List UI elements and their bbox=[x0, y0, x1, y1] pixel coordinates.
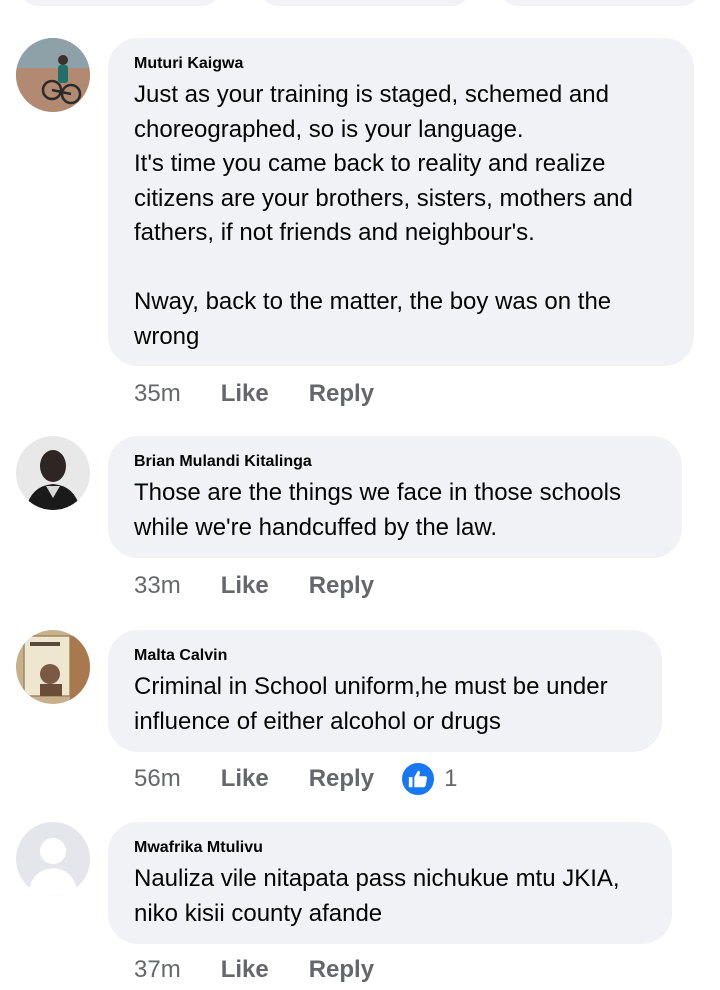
reaction-count: 1 bbox=[444, 765, 458, 792]
man-portrait-avatar[interactable] bbox=[16, 436, 90, 510]
comment-actions: 37m Like Reply bbox=[134, 950, 414, 990]
like-button[interactable]: Like bbox=[221, 956, 269, 984]
like-button[interactable]: Like bbox=[221, 380, 269, 408]
reply-button[interactable]: Reply bbox=[309, 765, 374, 793]
comment-text: Just as your training is staged, schemed… bbox=[134, 81, 633, 350]
comment-bubble: Mwafrika Mtulivu Nauliza vile nitapata p… bbox=[108, 822, 672, 944]
comment-actions: 56m Like Reply 1 bbox=[134, 759, 457, 799]
previous-bubble-edge bbox=[500, 0, 700, 6]
comment-bubble: Malta Calvin Criminal in School uniform,… bbox=[108, 630, 662, 752]
comment-timestamp[interactable]: 35m bbox=[134, 380, 181, 408]
comment-author[interactable]: Brian Mulandi Kitalinga bbox=[134, 452, 656, 472]
previous-bubble-edge bbox=[260, 0, 470, 6]
comment-timestamp[interactable]: 37m bbox=[134, 956, 181, 984]
comment-timestamp[interactable]: 33m bbox=[134, 572, 181, 600]
comment-actions: 33m Like Reply bbox=[134, 566, 414, 606]
reply-button[interactable]: Reply bbox=[309, 956, 374, 984]
comment-text: Nauliza vile nitapata pass nichukue mtu … bbox=[134, 865, 620, 927]
previous-bubble-edge bbox=[20, 0, 220, 6]
previous-comments-edge bbox=[0, 0, 720, 6]
comment-text: Those are the things we face in those sc… bbox=[134, 479, 621, 541]
comment-author[interactable]: Malta Calvin bbox=[134, 646, 636, 666]
like-button[interactable]: Like bbox=[221, 572, 269, 600]
comment-bubble: Brian Mulandi Kitalinga Those are the th… bbox=[108, 436, 682, 558]
comment-actions: 35m Like Reply bbox=[134, 374, 414, 414]
book-photo-avatar[interactable] bbox=[16, 630, 90, 704]
reply-button[interactable]: Reply bbox=[309, 380, 374, 408]
thumbs-up-icon bbox=[400, 761, 437, 797]
cyclist-photo-avatar[interactable] bbox=[16, 38, 90, 112]
reply-button[interactable]: Reply bbox=[309, 572, 374, 600]
comment-text: Criminal in School uniform,he must be un… bbox=[134, 673, 608, 735]
comment-author[interactable]: Muturi Kaigwa bbox=[134, 54, 668, 74]
like-button[interactable]: Like bbox=[221, 765, 269, 793]
comment-bubble: Muturi Kaigwa Just as your training is s… bbox=[108, 38, 694, 366]
comment-timestamp[interactable]: 56m bbox=[134, 765, 181, 793]
reaction-summary[interactable]: 1 bbox=[400, 761, 457, 797]
default-user-avatar[interactable] bbox=[16, 822, 90, 896]
comment-author[interactable]: Mwafrika Mtulivu bbox=[134, 838, 646, 858]
